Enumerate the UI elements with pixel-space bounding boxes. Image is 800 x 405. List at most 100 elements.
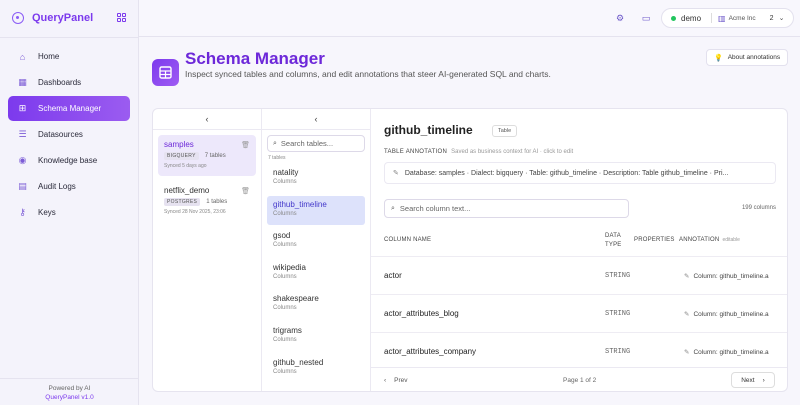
pagination: ‹ Prev Page 1 of 2 Next › <box>371 367 787 391</box>
search-icon: ⌕ <box>391 204 395 212</box>
chevron-left-icon: ‹ <box>314 114 318 124</box>
annotation-hint: Saved as business context for AI · click… <box>451 149 574 155</box>
table-name: github_nested <box>273 357 324 367</box>
column-annotation[interactable]: ✎ Column: github_timeline.a <box>684 348 769 356</box>
table-row: actor_attributes_blog STRING ✎ Column: gi… <box>371 294 787 332</box>
table-kind: Columns <box>273 210 297 217</box>
lightbulb-icon: 💡 <box>714 54 723 62</box>
column-search-placeholder: Search column text... <box>399 204 471 213</box>
header-properties: PROPERTIES <box>634 237 675 243</box>
version: QueryPanel v1.0 <box>45 394 94 401</box>
sidebar: QueryPanel ⌂ Home ▦ Dashboards ⊞ Schema … <box>0 0 139 405</box>
grid-icon[interactable] <box>117 13 126 22</box>
home-icon: ⌂ <box>19 51 26 62</box>
sidebar-item-audit-logs[interactable]: ▤ Audit Logs <box>8 174 130 199</box>
table-kind: Columns <box>273 368 297 375</box>
datasource-item-samples[interactable]: samples BIGQUERY 7 tables Synced 5 days a… <box>158 135 256 176</box>
dialect-badge: POSTGRES <box>164 198 201 206</box>
prev-label: Prev <box>394 377 408 384</box>
collapse-tables-button[interactable]: ‹ <box>262 109 370 130</box>
next-button[interactable]: Next › <box>731 372 775 388</box>
sidebar-item-datasources[interactable]: ☰ Datasources <box>8 122 130 147</box>
tables-column: ‹ ⌕ Search tables... 7 tables natality Co… <box>262 109 371 391</box>
sidebar-footer: Powered by AI QueryPanel v1.0 <box>0 378 139 405</box>
table-kind: Columns <box>273 336 297 343</box>
logo-icon <box>12 12 24 24</box>
prev-button[interactable]: ‹ Prev <box>384 373 408 388</box>
table-title: github_timeline <box>384 123 473 137</box>
sidebar-item-label: Schema Manager <box>38 104 102 113</box>
table-item-shakespeare[interactable]: shakespeare Columns <box>267 290 365 319</box>
table-count: 7 tables <box>204 153 226 159</box>
sidebar-item-schema-manager[interactable]: ⊞ Schema Manager <box>8 96 130 121</box>
laptop-icon[interactable]: ▭ <box>640 12 652 24</box>
table-item-trigrams[interactable]: trigrams Columns <box>267 322 365 351</box>
sidebar-item-label: Audit Logs <box>38 182 76 191</box>
datasource-name: samples <box>164 140 194 149</box>
org-name: Acme Inc <box>728 14 756 22</box>
brand[interactable]: QueryPanel <box>12 10 130 26</box>
page-info: Page 1 of 2 <box>563 377 597 384</box>
dialect-badge: BIGQUERY <box>164 152 199 160</box>
table-item-github-timeline[interactable]: github_timeline Columns <box>267 195 365 225</box>
chevron-left-icon: ‹ <box>205 114 209 124</box>
brand-name: QueryPanel <box>32 12 94 24</box>
pencil-icon: ✎ <box>684 349 690 356</box>
datasource-item-netflix-demo[interactable]: netflix_demo POSTGRES 1 tables Synced 28 … <box>158 181 256 222</box>
column-annotation-text: Column: github_timeline.a <box>693 311 769 318</box>
table-item-github-nested[interactable]: github_nested Columns <box>267 354 365 383</box>
sidebar-item-dashboards[interactable]: ▦ Dashboards <box>8 70 130 95</box>
annotation-label-text: TABLE ANNOTATION <box>384 149 448 155</box>
datasource-column: ‹ samples BIGQUERY 7 tables Synced 5 days… <box>153 109 262 391</box>
header-column-name: COLUMN NAME <box>384 237 432 243</box>
table-name: github_timeline <box>273 199 327 209</box>
table-annotation-label: TABLE ANNOTATION Saved as business contex… <box>384 149 573 155</box>
column-annotation[interactable]: ✎ Column: github_timeline.a <box>684 310 769 318</box>
column-type: STRING <box>605 348 631 356</box>
table-annotation-field[interactable]: ✎ Database: samples · Dialect: bigquery … <box>384 162 776 184</box>
table-name: natality <box>273 168 299 177</box>
table-search-input[interactable]: ⌕ Search tables... <box>267 135 365 152</box>
table-item-natality[interactable]: natality Columns <box>267 164 365 193</box>
table-name: gsod <box>273 231 291 241</box>
dashboard-icon: ▦ <box>18 77 27 87</box>
table-item-gsod[interactable]: gsod Columns <box>267 227 365 256</box>
datasource-name: netflix_demo <box>164 186 210 195</box>
column-search-input[interactable]: ⌕ Search column text... <box>384 199 629 218</box>
pencil-icon: ✎ <box>393 170 399 177</box>
table-detail: github_timeline Table TABLE ANNOTATION Sa… <box>371 109 787 391</box>
sidebar-item-label: Knowledge base <box>38 156 98 165</box>
about-annotations-button[interactable]: 💡 About annotations <box>706 49 788 66</box>
column-name: actor_attributes_blog <box>384 309 459 318</box>
topbar: ⚙ ▭ demo ▥ Acme Inc 2 ⌄ <box>139 0 800 37</box>
pencil-icon: ✎ <box>684 311 690 318</box>
column-annotation[interactable]: ✎ Column: github_timeline.a <box>684 272 769 280</box>
trash-icon[interactable]: 🗑 <box>241 187 250 195</box>
pill-divider <box>711 13 713 23</box>
env-label: demo <box>681 13 702 23</box>
sidebar-item-knowledge-base[interactable]: ◉ Knowledge base <box>8 148 130 173</box>
page-subtitle: Inspect synced tables and columns, and e… <box>185 69 551 79</box>
powered-by: Powered by AI <box>48 385 91 392</box>
table-item-wikipedia[interactable]: wikipedia Columns <box>267 259 365 288</box>
schema-table-icon <box>152 59 179 86</box>
page-title: Schema Manager <box>185 49 325 68</box>
trash-icon[interactable]: 🗑 <box>241 141 250 149</box>
context-switcher[interactable]: demo ▥ Acme Inc 2 ⌄ <box>661 8 794 28</box>
about-annotations-label: About annotations <box>727 54 781 61</box>
key-icon: ⚷ <box>19 207 26 217</box>
settings-icon[interactable]: ⚙ <box>614 12 626 24</box>
header-annotation: ANNOTATION editable <box>679 237 740 243</box>
table-kind: Columns <box>273 242 297 249</box>
sidebar-item-keys[interactable]: ⚷ Keys <box>8 200 130 225</box>
collapse-datasources-button[interactable]: ‹ <box>153 109 261 130</box>
column-type: STRING <box>605 310 631 318</box>
table-kind: Columns <box>273 273 297 280</box>
chevron-right-icon: › <box>762 376 765 384</box>
schema-panel: ‹ samples BIGQUERY 7 tables Synced 5 days… <box>152 108 788 392</box>
table-name: shakespeare <box>273 294 319 304</box>
sidebar-item-home[interactable]: ⌂ Home <box>8 44 130 69</box>
column-annotation-text: Column: github_timeline.a <box>693 349 769 356</box>
table-kind: Columns <box>273 305 297 312</box>
pencil-icon: ✎ <box>684 273 690 280</box>
